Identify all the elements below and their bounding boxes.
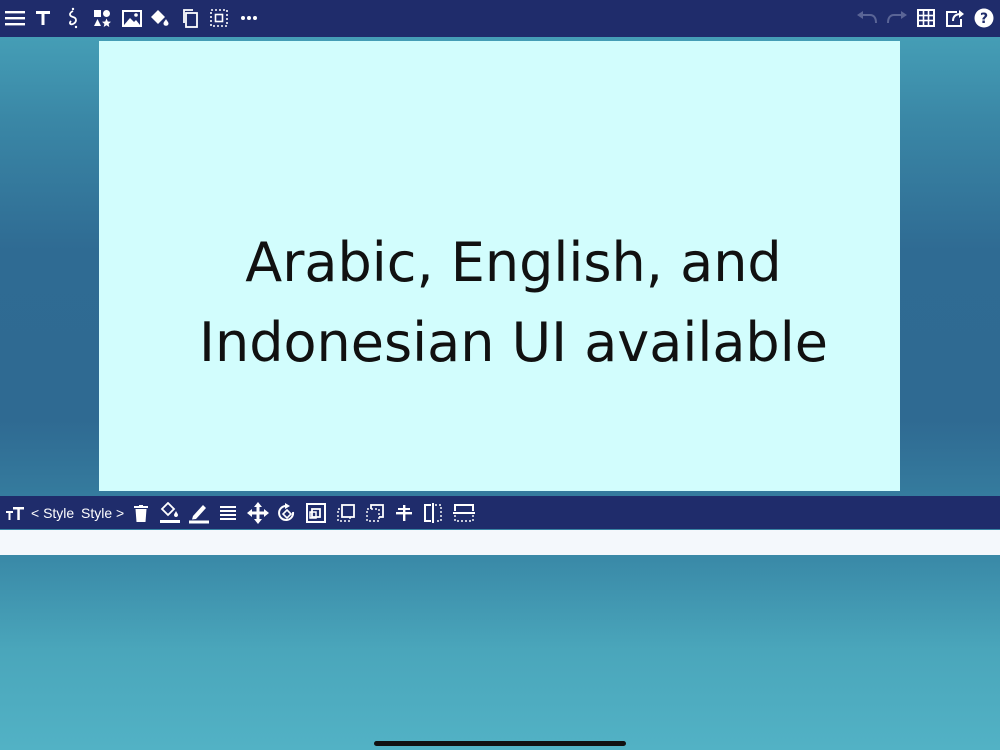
- fill-color-icon[interactable]: [158, 499, 182, 527]
- help-icon[interactable]: ?: [970, 4, 998, 32]
- paint-bucket-icon[interactable]: [146, 4, 174, 32]
- next-style-label: Style >: [81, 505, 125, 521]
- share-icon[interactable]: [941, 4, 969, 32]
- slide-canvas[interactable]: Arabic, English, and Indonesian UI avail…: [99, 41, 900, 491]
- slide-text-line-1: Arabic, English, and: [245, 231, 782, 294]
- next-style-button[interactable]: Style >: [81, 499, 124, 527]
- bring-forward-icon[interactable]: [335, 499, 357, 527]
- top-toolbar: ?: [0, 0, 1000, 37]
- home-indicator: [374, 741, 626, 746]
- font-size-icon[interactable]: [4, 499, 26, 527]
- svg-text:?: ?: [980, 11, 988, 27]
- prev-style-label: < Style: [31, 505, 75, 521]
- move-icon[interactable]: [246, 499, 270, 527]
- prev-style-button[interactable]: < Style: [31, 499, 74, 527]
- delete-icon[interactable]: [131, 499, 151, 527]
- more-icon[interactable]: [235, 4, 263, 32]
- format-toolbar: < Style Style >: [0, 496, 1000, 529]
- slide-text-box[interactable]: Arabic, English, and Indonesian UI avail…: [99, 223, 900, 383]
- menu-icon[interactable]: [1, 4, 29, 32]
- flip-horizontal-icon[interactable]: [422, 499, 444, 527]
- stroke-color-icon[interactable]: [187, 499, 211, 527]
- shapes-icon[interactable]: [88, 4, 116, 32]
- undo-icon[interactable]: [853, 4, 881, 32]
- calligraphy-icon[interactable]: [59, 4, 87, 32]
- rotate-icon[interactable]: [276, 499, 298, 527]
- select-icon[interactable]: [205, 4, 233, 32]
- copy-icon[interactable]: [176, 4, 204, 32]
- slide-text-line-2: Indonesian UI available: [199, 311, 828, 374]
- flip-vertical-icon[interactable]: [452, 499, 476, 527]
- frame-icon[interactable]: [305, 499, 327, 527]
- text-input-strip[interactable]: [0, 530, 1000, 555]
- align-center-icon[interactable]: [393, 499, 415, 527]
- grid-icon[interactable]: [912, 4, 940, 32]
- send-backward-icon[interactable]: [364, 499, 386, 527]
- redo-icon[interactable]: [883, 4, 911, 32]
- image-icon[interactable]: [118, 4, 146, 32]
- text-icon[interactable]: [29, 4, 57, 32]
- line-spacing-icon[interactable]: [218, 499, 238, 527]
